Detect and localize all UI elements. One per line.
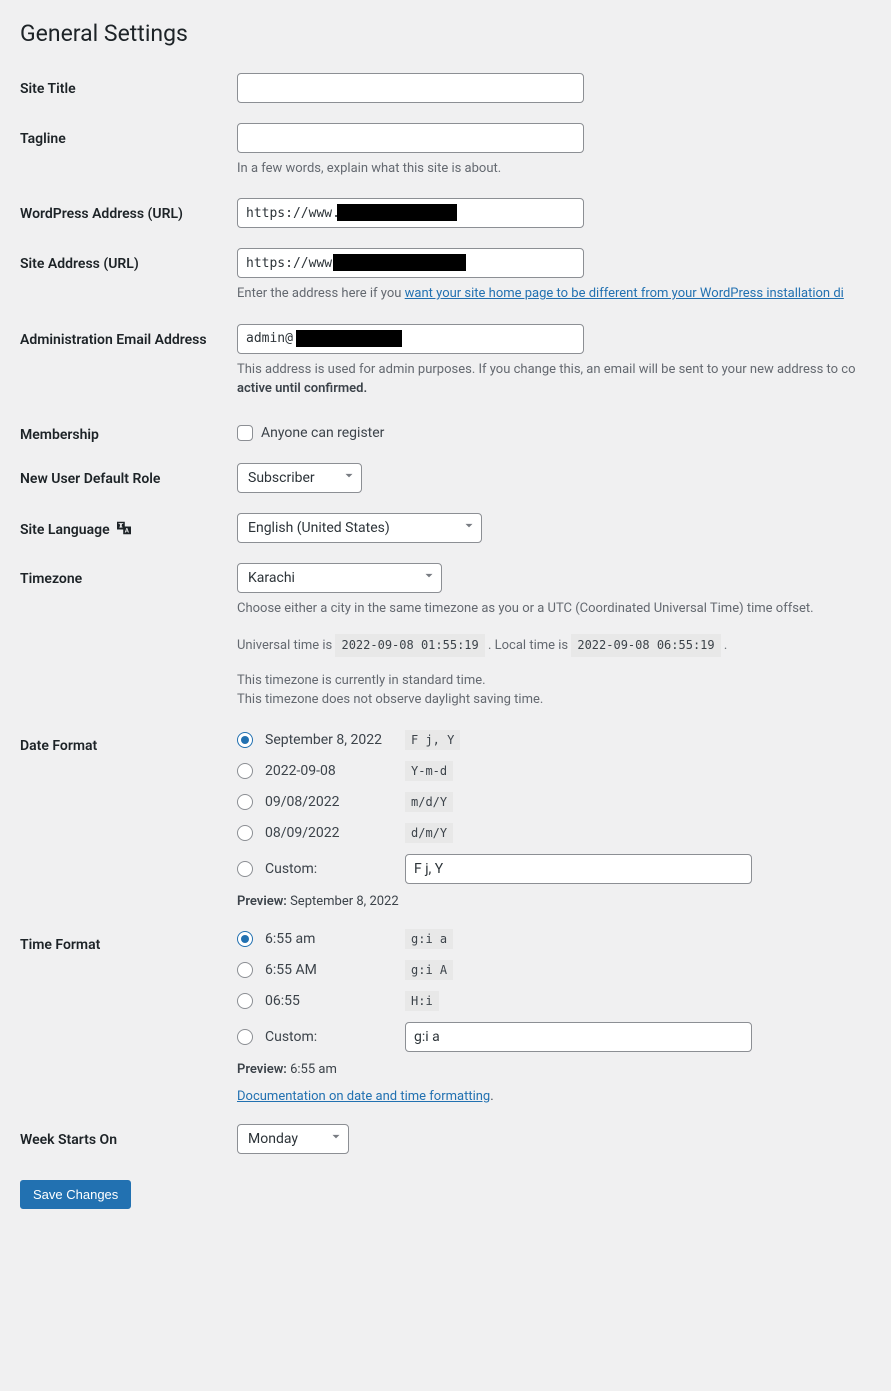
date-format-code: Y-m-d xyxy=(405,761,453,781)
translate-icon: A xyxy=(116,521,132,539)
label-default-role: New User Default Role xyxy=(20,463,237,487)
date-format-code: m/d/Y xyxy=(405,792,453,812)
admin-email-input[interactable] xyxy=(237,324,584,354)
date-format-radio[interactable] xyxy=(237,732,253,748)
date-format-custom-input[interactable] xyxy=(405,854,752,884)
redacted-block xyxy=(337,204,457,221)
time-format-options: 6:55 am g:i a 6:55 AM g:i A 06:55 H:i Custom: xyxy=(237,929,871,1052)
membership-checkbox[interactable] xyxy=(237,425,253,441)
date-format-preview: Preview: September 8, 2022 xyxy=(237,894,871,909)
label-membership: Membership xyxy=(20,419,237,443)
time-format-display: 6:55 AM xyxy=(265,962,393,978)
time-format-option: 6:55 am g:i a xyxy=(237,929,871,949)
date-format-radio[interactable] xyxy=(237,763,253,779)
time-format-radio[interactable] xyxy=(237,931,253,947)
redacted-block xyxy=(333,254,466,271)
time-format-custom-label: Custom: xyxy=(265,1029,393,1045)
time-format-radio[interactable] xyxy=(237,993,253,1009)
redacted-block xyxy=(296,330,402,347)
time-format-code: g:i A xyxy=(405,960,453,980)
save-button[interactable]: Save Changes xyxy=(20,1180,131,1209)
site-url-help-link[interactable]: want your site home page to be different… xyxy=(405,286,844,301)
site-language-select[interactable]: English (United States) xyxy=(237,513,482,543)
timezone-description: Choose either a city in the same timezon… xyxy=(237,599,871,620)
date-format-custom-radio[interactable] xyxy=(237,861,253,877)
datetime-doc-link[interactable]: Documentation on date and time formattin… xyxy=(237,1089,490,1104)
time-format-option: 6:55 AM g:i A xyxy=(237,960,871,980)
date-format-display: 08/09/2022 xyxy=(265,825,393,841)
week-start-select[interactable]: Monday xyxy=(237,1124,349,1154)
label-tagline: Tagline xyxy=(20,123,237,147)
default-role-select[interactable]: Subscriber xyxy=(237,463,362,493)
label-site-language: Site Language A xyxy=(20,513,237,539)
time-format-custom-row: Custom: xyxy=(237,1022,871,1052)
date-format-code: d/m/Y xyxy=(405,823,453,843)
admin-email-description: This address is used for admin purposes.… xyxy=(237,360,871,399)
timezone-notes: This timezone is currently in standard t… xyxy=(237,671,871,710)
date-format-custom-row: Custom: xyxy=(237,854,871,884)
timezone-select[interactable]: Karachi xyxy=(237,563,442,593)
date-format-options: September 8, 2022 F j, Y 2022-09-08 Y-m-d 09… xyxy=(237,730,871,884)
label-date-format: Date Format xyxy=(20,730,237,754)
date-format-option: 09/08/2022 m/d/Y xyxy=(237,792,871,812)
time-format-display: 6:55 am xyxy=(265,931,393,947)
date-format-code: F j, Y xyxy=(405,730,460,750)
label-wp-url: WordPress Address (URL) xyxy=(20,198,237,222)
label-admin-email: Administration Email Address xyxy=(20,324,237,348)
site-url-description: Enter the address here if you want your … xyxy=(237,284,871,304)
date-format-display: September 8, 2022 xyxy=(265,732,393,748)
membership-checkbox-label: Anyone can register xyxy=(261,425,384,441)
time-format-radio[interactable] xyxy=(237,962,253,978)
date-format-radio[interactable] xyxy=(237,825,253,841)
date-format-custom-label: Custom: xyxy=(265,861,393,877)
label-site-url: Site Address (URL) xyxy=(20,248,237,272)
label-timezone: Timezone xyxy=(20,563,237,587)
time-format-code: H:i xyxy=(405,991,439,1011)
date-format-option: September 8, 2022 F j, Y xyxy=(237,730,871,750)
site-title-input[interactable] xyxy=(237,73,584,103)
tagline-description: In a few words, explain what this site i… xyxy=(237,159,871,179)
label-site-title: Site Title xyxy=(20,73,237,97)
date-format-display: 09/08/2022 xyxy=(265,794,393,810)
date-format-option: 08/09/2022 d/m/Y xyxy=(237,823,871,843)
date-format-display: 2022-09-08 xyxy=(265,763,393,779)
time-format-custom-radio[interactable] xyxy=(237,1029,253,1045)
time-format-code: g:i a xyxy=(405,929,453,949)
label-week-start: Week Starts On xyxy=(20,1124,237,1148)
timezone-times: Universal time is 2022-09-08 01:55:19 . … xyxy=(237,634,871,657)
time-format-preview: Preview: 6:55 am xyxy=(237,1062,871,1077)
date-format-radio[interactable] xyxy=(237,794,253,810)
page-title: General Settings xyxy=(20,10,871,53)
time-format-custom-input[interactable] xyxy=(405,1022,752,1052)
tagline-input[interactable] xyxy=(237,123,584,153)
date-format-option: 2022-09-08 Y-m-d xyxy=(237,761,871,781)
label-time-format: Time Format xyxy=(20,929,237,953)
time-format-display: 06:55 xyxy=(265,993,393,1009)
time-format-option: 06:55 H:i xyxy=(237,991,871,1011)
